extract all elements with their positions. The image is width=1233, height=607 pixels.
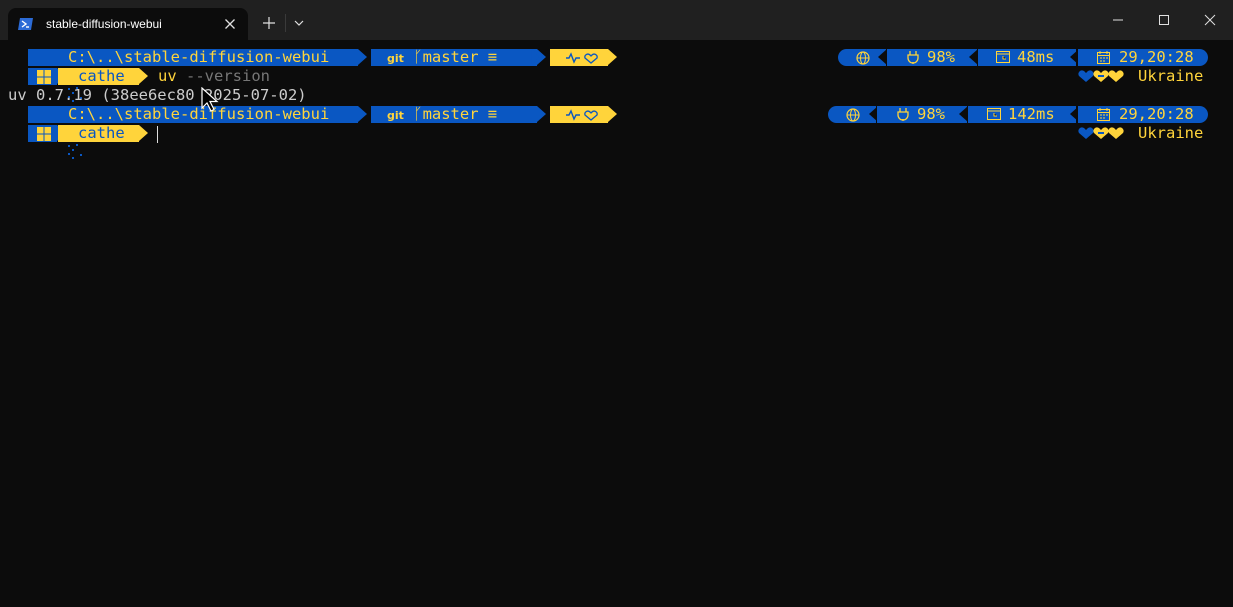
heartbeat-icon [566, 52, 598, 64]
segment-arrow [878, 49, 887, 65]
stopwatch-icon [996, 51, 1010, 63]
minimize-button[interactable] [1095, 0, 1141, 40]
plug-icon [897, 108, 909, 121]
branch-name: master [422, 48, 479, 66]
segment-arrow [139, 125, 148, 141]
prompt-line-1a: C:\..\stable-diffusion-webui git ᚴmaster… [0, 48, 1233, 83]
command-text: uv --version [158, 67, 270, 86]
tab-dropdown-button[interactable] [288, 12, 310, 34]
segment-arrow [608, 49, 617, 65]
exec-time-text: 48ms [1017, 48, 1055, 66]
segment-arrow [531, 49, 540, 65]
git-segment: git ᚴmaster ≡ [371, 106, 537, 123]
text-cursor [157, 126, 158, 143]
tab-title: stable-diffusion-webui [46, 17, 162, 31]
tab-terminal[interactable]: stable-diffusion-webui [8, 8, 248, 40]
datetime-text: 29,20:28 [1119, 48, 1194, 66]
segment-arrow [358, 49, 367, 65]
git-label: git [387, 109, 404, 122]
prompt-line-1b: cathe uv --version Ukraine [0, 67, 1233, 102]
prompt-line-2a: C:\..\stable-diffusion-webui git ᚴmaster… [0, 105, 1233, 140]
country-text: Ukraine [1138, 124, 1204, 142]
title-separator [285, 14, 286, 32]
git-segment: git ᚴmaster ≡ [371, 49, 537, 66]
path-text: C:\..\stable-diffusion-webui [68, 48, 330, 66]
maximize-button[interactable] [1141, 0, 1187, 40]
windows-icon [37, 127, 51, 141]
plug-icon [907, 51, 919, 64]
branch-status: ≡ [487, 105, 498, 123]
country-text: Ukraine [1138, 67, 1204, 85]
user-segment: cathe [58, 68, 139, 85]
window-close-icon [1204, 14, 1216, 26]
maximize-icon [1159, 15, 1169, 25]
segment-arrow [959, 106, 968, 122]
exec-time-text: 142ms [1008, 105, 1055, 123]
calendar-icon [1097, 108, 1110, 121]
window-close-button[interactable] [1187, 0, 1233, 40]
battery-text: 98% [917, 105, 945, 123]
branch-status: ≡ [487, 48, 498, 66]
user-text: cathe [78, 124, 125, 142]
chevron-down-icon [294, 20, 304, 26]
windows-segment [28, 125, 57, 142]
path-text: C:\..\stable-diffusion-webui [68, 105, 330, 123]
heartbeat-icon [566, 109, 598, 121]
globe-icon [846, 108, 860, 122]
minimize-icon [1113, 19, 1123, 21]
segment-arrow [969, 49, 978, 65]
git-label: git [387, 52, 404, 65]
segment-arrow [537, 106, 546, 122]
stopwatch-icon [987, 108, 1001, 120]
command-name: uv [158, 67, 177, 85]
windows-icon [37, 70, 51, 84]
segment-arrow [139, 68, 148, 84]
prompt-line-2b: cathe Ukraine [0, 124, 1233, 159]
health-segment [550, 106, 608, 123]
exec-time-segment: 48ms [978, 49, 1076, 66]
battery-segment: 98% [877, 106, 967, 123]
hearts-icon [1078, 127, 1124, 139]
calendar-icon [1097, 51, 1110, 64]
segment-arrow [608, 106, 617, 122]
branch-name: master [422, 105, 479, 123]
plus-icon [263, 17, 275, 29]
close-icon[interactable] [222, 16, 238, 32]
powershell-icon [18, 16, 34, 32]
terminal-area[interactable]: C:\..\stable-diffusion-webui git ᚴmaster… [0, 40, 1233, 607]
health-segment [550, 49, 608, 66]
user-text: cathe [78, 67, 125, 85]
datetime-text: 29,20:28 [1119, 105, 1194, 123]
windows-segment [28, 68, 57, 85]
battery-segment: 98% [887, 49, 977, 66]
output-line: uv 0.7.19 (38ee6ec80 2025-07-02) [8, 86, 307, 104]
mouse-pointer-icon [201, 87, 219, 112]
command-argument: --version [186, 67, 271, 85]
new-tab-button[interactable] [256, 12, 282, 34]
user-segment: cathe [58, 125, 139, 142]
segment-arrow [358, 106, 367, 122]
exec-time-segment: 142ms [968, 106, 1076, 123]
hearts-icon [1078, 70, 1124, 82]
title-bar: stable-diffusion-webui [0, 0, 1233, 40]
globe-icon [856, 51, 870, 65]
battery-text: 98% [927, 48, 955, 66]
